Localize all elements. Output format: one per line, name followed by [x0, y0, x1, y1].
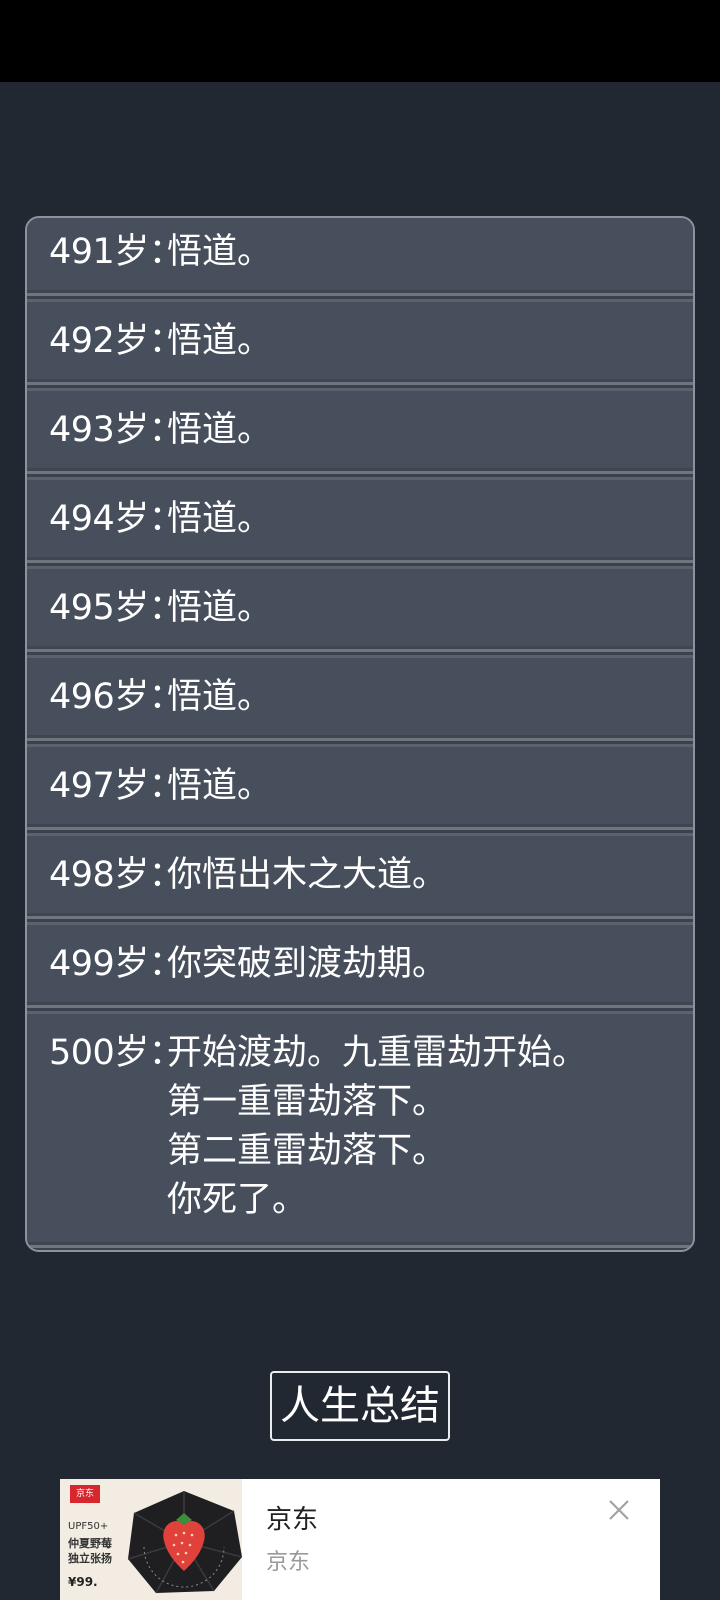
log-entry: 499岁： 你突破到渡劫期。 — [27, 925, 693, 1014]
ad-image-line: 独立张扬 — [68, 1552, 112, 1565]
log-entry-age: 499岁： — [49, 944, 184, 984]
status-bar — [0, 0, 720, 82]
log-entry: 500岁： 开始渡劫。九重雷劫开始。 第一重雷劫落下。 第二重雷劫落下。 你死了… — [27, 1014, 693, 1250]
log-entry-age: 496岁： — [49, 677, 184, 717]
log-entry-age: 492岁： — [49, 321, 184, 361]
log-entry-text: 悟道。 — [167, 410, 273, 450]
log-entry-age: 495岁： — [49, 588, 184, 628]
log-entry-age: 500岁： — [49, 1033, 184, 1073]
ad-image-line: 仲夏野莓 — [68, 1537, 112, 1550]
log-entry-text: 悟道。 — [167, 677, 273, 717]
log-entry-age: 493岁： — [49, 410, 184, 450]
close-icon[interactable] — [606, 1497, 632, 1523]
log-entry: 493岁： 悟道。 — [27, 391, 693, 480]
ad-banner[interactable]: 京东 UPF50+ 仲夏野莓 独立张扬 ¥99. 京东 京东 — [60, 1479, 660, 1600]
log-entry-text: 你悟出木之大道。 — [167, 855, 448, 895]
log-entry-text: 悟道。 — [167, 499, 273, 539]
log-entry-text: 悟道。 — [167, 588, 273, 628]
log-entry-text: 悟道。 — [167, 232, 273, 272]
log-entry-age: 498岁： — [49, 855, 184, 895]
log-entry: 495岁： 悟道。 — [27, 569, 693, 658]
ad-image-line: UPF50+ — [68, 1521, 109, 1532]
log-entry-age: 494岁： — [49, 499, 184, 539]
ad-brand-badge: 京东 — [70, 1485, 100, 1503]
log-entry-age: 491岁： — [49, 232, 184, 272]
ad-image[interactable]: 京东 UPF50+ 仲夏野莓 独立张扬 ¥99. — [60, 1479, 242, 1600]
log-entry: 491岁： 悟道。 — [27, 218, 693, 302]
log-entry-text: 开始渡劫。九重雷劫开始。 第一重雷劫落下。 第二重雷劫落下。 你死了。 — [167, 1033, 588, 1220]
log-entry: 497岁： 悟道。 — [27, 747, 693, 836]
life-log-panel[interactable]: 491岁： 悟道。 492岁： 悟道。 493岁： 悟道。 494岁： 悟道。 … — [25, 216, 695, 1252]
log-entry: 492岁： 悟道。 — [27, 302, 693, 391]
log-entry: 498岁： 你悟出木之大道。 — [27, 836, 693, 925]
umbrella-image — [127, 1491, 242, 1594]
log-entry-text: 你突破到渡劫期。 — [167, 944, 448, 984]
ad-subtitle: 京东 — [266, 1550, 311, 1575]
log-entry: 494岁： 悟道。 — [27, 480, 693, 569]
log-entry-text: 悟道。 — [167, 321, 273, 361]
log-entry-text: 悟道。 — [167, 766, 273, 806]
life-summary-button[interactable]: 人生总结 — [270, 1371, 450, 1441]
log-entry: 496岁： 悟道。 — [27, 658, 693, 747]
ad-image-price: ¥99. — [68, 1575, 98, 1589]
log-entry-age: 497岁： — [49, 766, 184, 806]
ad-title[interactable]: 京东 — [266, 1503, 318, 1537]
